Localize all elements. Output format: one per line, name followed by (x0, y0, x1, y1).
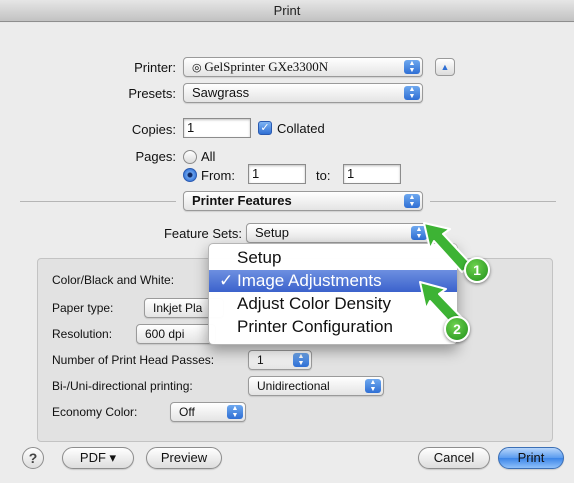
collated-label: Collated (277, 121, 325, 136)
menu-item-label: Setup (237, 248, 282, 267)
pages-from-input[interactable]: 1 (248, 164, 306, 184)
feature-sets-value: Setup (255, 225, 289, 240)
printer-name: GelSprinter GXe3300N (204, 59, 329, 74)
pdf-menu-button[interactable]: PDF ▾ (62, 447, 134, 469)
section-popup-value: Printer Features (192, 193, 292, 208)
print-button[interactable]: Print (498, 447, 564, 469)
triangle-up-icon: ▲ (440, 62, 450, 72)
pages-from-radio[interactable] (183, 168, 197, 182)
bi-uni-label: Bi-/Uni-directional printing: (52, 379, 193, 393)
print-dialog: Printer: ◎ GelSprinter GXe3300N ▲ ▼ ▲ Pre… (0, 23, 574, 483)
cancel-button[interactable]: Cancel (418, 447, 490, 469)
resolution-popup[interactable]: 600 dpi (136, 324, 216, 344)
checkmark-icon: ✓ (260, 122, 270, 134)
popup-arrows-icon: ▲ ▼ (227, 405, 243, 419)
checkmark-icon: ✓ (219, 271, 234, 290)
popup-arrows-icon: ▲ ▼ (365, 379, 381, 393)
popup-arrows-icon: ▲ ▼ (404, 60, 420, 74)
copies-label: Copies: (131, 122, 176, 137)
economy-color-popup[interactable]: Off ▲ ▼ (170, 402, 246, 422)
printer-label: Printer: (134, 60, 176, 75)
bi-uni-popup[interactable]: Unidirectional ▲ ▼ (248, 376, 384, 396)
window-titlebar: Print (0, 0, 574, 22)
popup-arrows-icon: ▲ ▼ (404, 86, 420, 100)
popup-arrows-icon: ▲ ▼ (293, 353, 309, 367)
pages-all-label: All (201, 149, 216, 164)
help-button[interactable]: ? (22, 447, 44, 469)
bi-uni-value: Unidirectional (257, 379, 330, 393)
print-head-passes-value: 1 (257, 353, 264, 367)
collated-checkbox[interactable]: ✓ (258, 121, 272, 135)
window-title: Print (273, 3, 301, 18)
paper-type-label: Paper type: (52, 301, 114, 315)
pages-to-input[interactable]: 1 (343, 164, 401, 184)
presets-popup[interactable]: Sawgrass ▲ ▼ (183, 83, 423, 103)
menu-item-label: Adjust Color Density (237, 294, 392, 313)
presets-value: Sawgrass (192, 85, 250, 100)
presets-label: Presets: (128, 86, 176, 101)
economy-color-label: Economy Color: (52, 405, 138, 419)
feature-sets-popup[interactable]: Setup ▲ ▼ (246, 223, 430, 243)
menu-item-label: Image Adjustments (237, 271, 382, 290)
economy-color-value: Off (179, 405, 195, 419)
printer-status-icon: ◎ (192, 62, 205, 74)
printer-popup[interactable]: ◎ GelSprinter GXe3300N ▲ ▼ (183, 57, 423, 77)
print-head-passes-label: Number of Print Head Passes: (52, 353, 215, 367)
menu-item-label: Printer Configuration (237, 317, 393, 336)
separator-right (430, 201, 556, 202)
callout-badge-1: 1 (464, 257, 490, 283)
pages-to-label: to: (316, 168, 331, 183)
pages-label: Pages: (135, 149, 176, 164)
preview-button[interactable]: Preview (146, 447, 222, 469)
print-head-passes-popup[interactable]: 1 ▲ ▼ (248, 350, 312, 370)
copies-input[interactable]: 1 (183, 118, 251, 138)
section-popup[interactable]: Printer Features ▲ ▼ (183, 191, 423, 211)
callout-badge-2: 2 (444, 316, 470, 342)
collapse-disclosure-button[interactable]: ▲ (435, 58, 455, 76)
paper-type-value: Inkjet Pla (153, 301, 203, 315)
resolution-value: 600 dpi (145, 327, 185, 341)
color-bw-label: Color/Black and White: (52, 273, 175, 287)
pages-from-label: From: (201, 168, 235, 183)
feature-sets-label: Feature Sets: (163, 226, 242, 241)
resolution-label: Resolution: (52, 327, 113, 341)
separator-left (20, 201, 176, 202)
pages-all-radio[interactable] (183, 150, 197, 164)
